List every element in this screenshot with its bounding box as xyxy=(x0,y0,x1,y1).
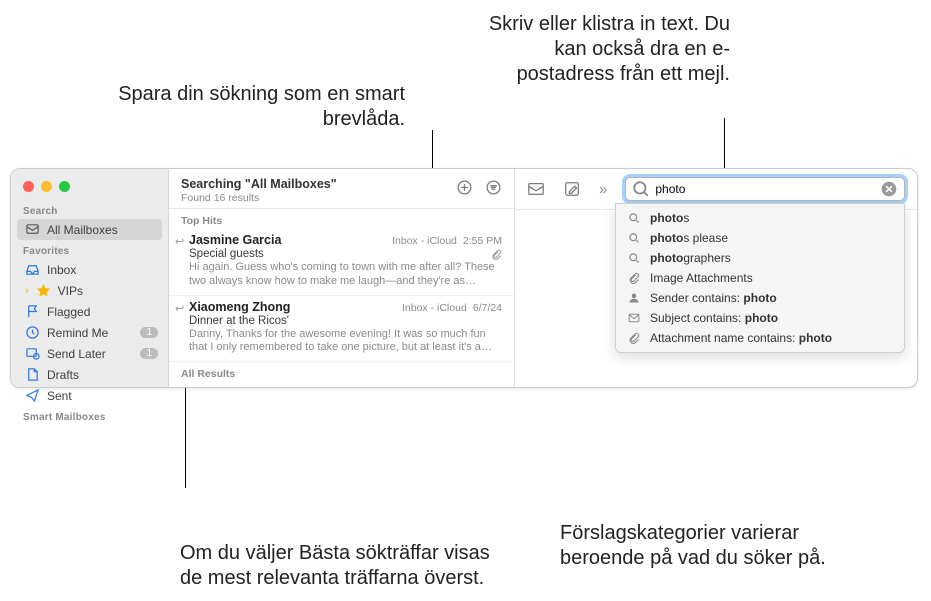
flag-icon xyxy=(25,304,40,319)
filter-button[interactable] xyxy=(485,179,502,196)
search-suggestions: photos photos please photographers Image… xyxy=(615,203,905,353)
sidebar-item-inbox[interactable]: Inbox xyxy=(11,259,168,280)
message-list: Searching "All Mailboxes" Found 16 resul… xyxy=(169,169,515,387)
group-all-results: All Results xyxy=(169,362,514,382)
sidebar-item-label: Inbox xyxy=(47,263,158,277)
star-icon xyxy=(36,283,51,298)
window-controls xyxy=(11,175,168,200)
message-folder: Inbox - iCloud xyxy=(402,302,467,314)
attachment-icon xyxy=(491,249,502,260)
badge-count: 1 xyxy=(140,348,158,359)
minimize-window-button[interactable] xyxy=(41,181,52,192)
search-scope-title: Searching "All Mailboxes" xyxy=(181,177,337,191)
message-folder: Inbox - iCloud xyxy=(392,235,457,247)
message-time: 2:55 PM xyxy=(463,235,502,247)
message-preview: Danny, Thanks for the awesome evening! I… xyxy=(189,328,502,356)
sidebar-item-flagged[interactable]: Flagged xyxy=(11,301,168,322)
leader-line xyxy=(185,380,186,488)
sidebar-section-favorites: Favorites xyxy=(11,240,168,259)
search-icon xyxy=(628,252,642,264)
group-top-hits: Top Hits xyxy=(169,209,514,229)
compose-button[interactable] xyxy=(563,180,581,198)
sidebar-item-label: All Mailboxes xyxy=(47,223,152,237)
sent-icon xyxy=(25,388,40,403)
suggestion-item[interactable]: Image Attachments xyxy=(616,268,904,288)
zoom-window-button[interactable] xyxy=(59,181,70,192)
sidebar-item-label: VIPs xyxy=(58,284,158,298)
annotation-top-hits: Om du väljer Bästa sökträffar visas de m… xyxy=(180,541,490,591)
search-icon xyxy=(632,180,650,198)
suggestion-item[interactable]: Subject contains: photo xyxy=(616,308,904,328)
sidebar-section-search: Search xyxy=(11,200,168,219)
sidebar-item-label: Remind Me xyxy=(47,326,133,340)
sidebar-item-label: Drafts xyxy=(47,368,158,382)
clock-icon xyxy=(25,325,40,340)
person-icon xyxy=(628,292,642,304)
search-icon xyxy=(628,232,642,244)
inbox-icon xyxy=(25,262,40,277)
sidebar-item-drafts[interactable]: Drafts xyxy=(11,364,168,385)
mail-window: Search All Mailboxes Favorites Inbox › V… xyxy=(10,168,918,388)
sidebar-item-label: Send Later xyxy=(47,347,133,361)
suggestion-item[interactable]: photographers xyxy=(616,248,904,268)
message-subject: Dinner at the Ricos' xyxy=(189,315,289,327)
search-field[interactable] xyxy=(625,177,905,201)
more-actions-button[interactable]: » xyxy=(599,181,607,198)
close-window-button[interactable] xyxy=(23,181,34,192)
replied-icon: ↩ xyxy=(175,235,184,248)
sidebar: Search All Mailboxes Favorites Inbox › V… xyxy=(11,169,169,387)
send-later-icon xyxy=(25,346,40,361)
suggestion-item[interactable]: photos xyxy=(616,208,904,228)
sidebar-item-label: Sent xyxy=(47,389,158,403)
annotation-suggestions: Förslagskategorier varierar beroende på … xyxy=(560,521,830,571)
sidebar-section-smart: Smart Mailboxes xyxy=(11,406,168,425)
replied-icon: ↩ xyxy=(175,302,184,315)
suggestion-item[interactable]: photos please xyxy=(616,228,904,248)
leader-line xyxy=(432,130,433,172)
badge-count: 1 xyxy=(140,327,158,338)
search-icon xyxy=(628,212,642,224)
annotation-save-smart-mailbox: Spara din sökning som en smart brevlåda. xyxy=(105,82,405,132)
attachment-icon xyxy=(628,332,642,344)
envelope-icon xyxy=(628,312,642,324)
chevron-right-icon: › xyxy=(25,285,29,297)
message-time: 6/7/24 xyxy=(473,302,502,314)
message-subject: Special guests xyxy=(189,248,264,260)
attachment-icon xyxy=(628,272,642,284)
message-sender: Xiaomeng Zhong xyxy=(189,300,290,314)
annotation-search-hint: Skriv eller klistra in text. Du kan ocks… xyxy=(480,12,730,87)
sidebar-item-vips[interactable]: › VIPs xyxy=(11,280,168,301)
suggestion-item[interactable]: Attachment name contains: photo xyxy=(616,328,904,348)
sidebar-item-sent[interactable]: Sent xyxy=(11,385,168,406)
message-row[interactable]: ↩ Jasmine Garcia Inbox - iCloud 2:55 PM … xyxy=(169,229,514,296)
list-header: Searching "All Mailboxes" Found 16 resul… xyxy=(169,169,514,209)
mailbox-icon xyxy=(25,222,40,237)
leader-line xyxy=(724,118,725,168)
sidebar-item-remind-me[interactable]: Remind Me 1 xyxy=(11,322,168,343)
message-sender: Jasmine Garcia xyxy=(189,233,281,247)
drafts-icon xyxy=(25,367,40,382)
archive-button[interactable] xyxy=(527,180,545,198)
save-smart-mailbox-button[interactable] xyxy=(456,179,473,196)
sidebar-item-send-later[interactable]: Send Later 1 xyxy=(11,343,168,364)
search-input[interactable] xyxy=(655,182,875,196)
sidebar-item-label: Flagged xyxy=(47,305,158,319)
search-result-count: Found 16 results xyxy=(181,192,337,204)
right-pane: » photos p xyxy=(515,169,917,387)
message-preview: Hi again. Guess who's coming to town wit… xyxy=(189,261,502,289)
suggestion-item[interactable]: Sender contains: photo xyxy=(616,288,904,308)
message-sender: Jasmine Garcia xyxy=(189,386,281,387)
main-area: Searching "All Mailboxes" Found 16 resul… xyxy=(169,169,917,387)
clear-search-button[interactable] xyxy=(880,180,898,198)
sidebar-item-all-mailboxes[interactable]: All Mailboxes xyxy=(17,219,162,240)
message-row[interactable]: ↩ Jasmine Garcia Inbox - iCloud 2:55 PM … xyxy=(169,382,514,387)
message-row[interactable]: ↩ Xiaomeng Zhong Inbox - iCloud 6/7/24 D… xyxy=(169,296,514,363)
